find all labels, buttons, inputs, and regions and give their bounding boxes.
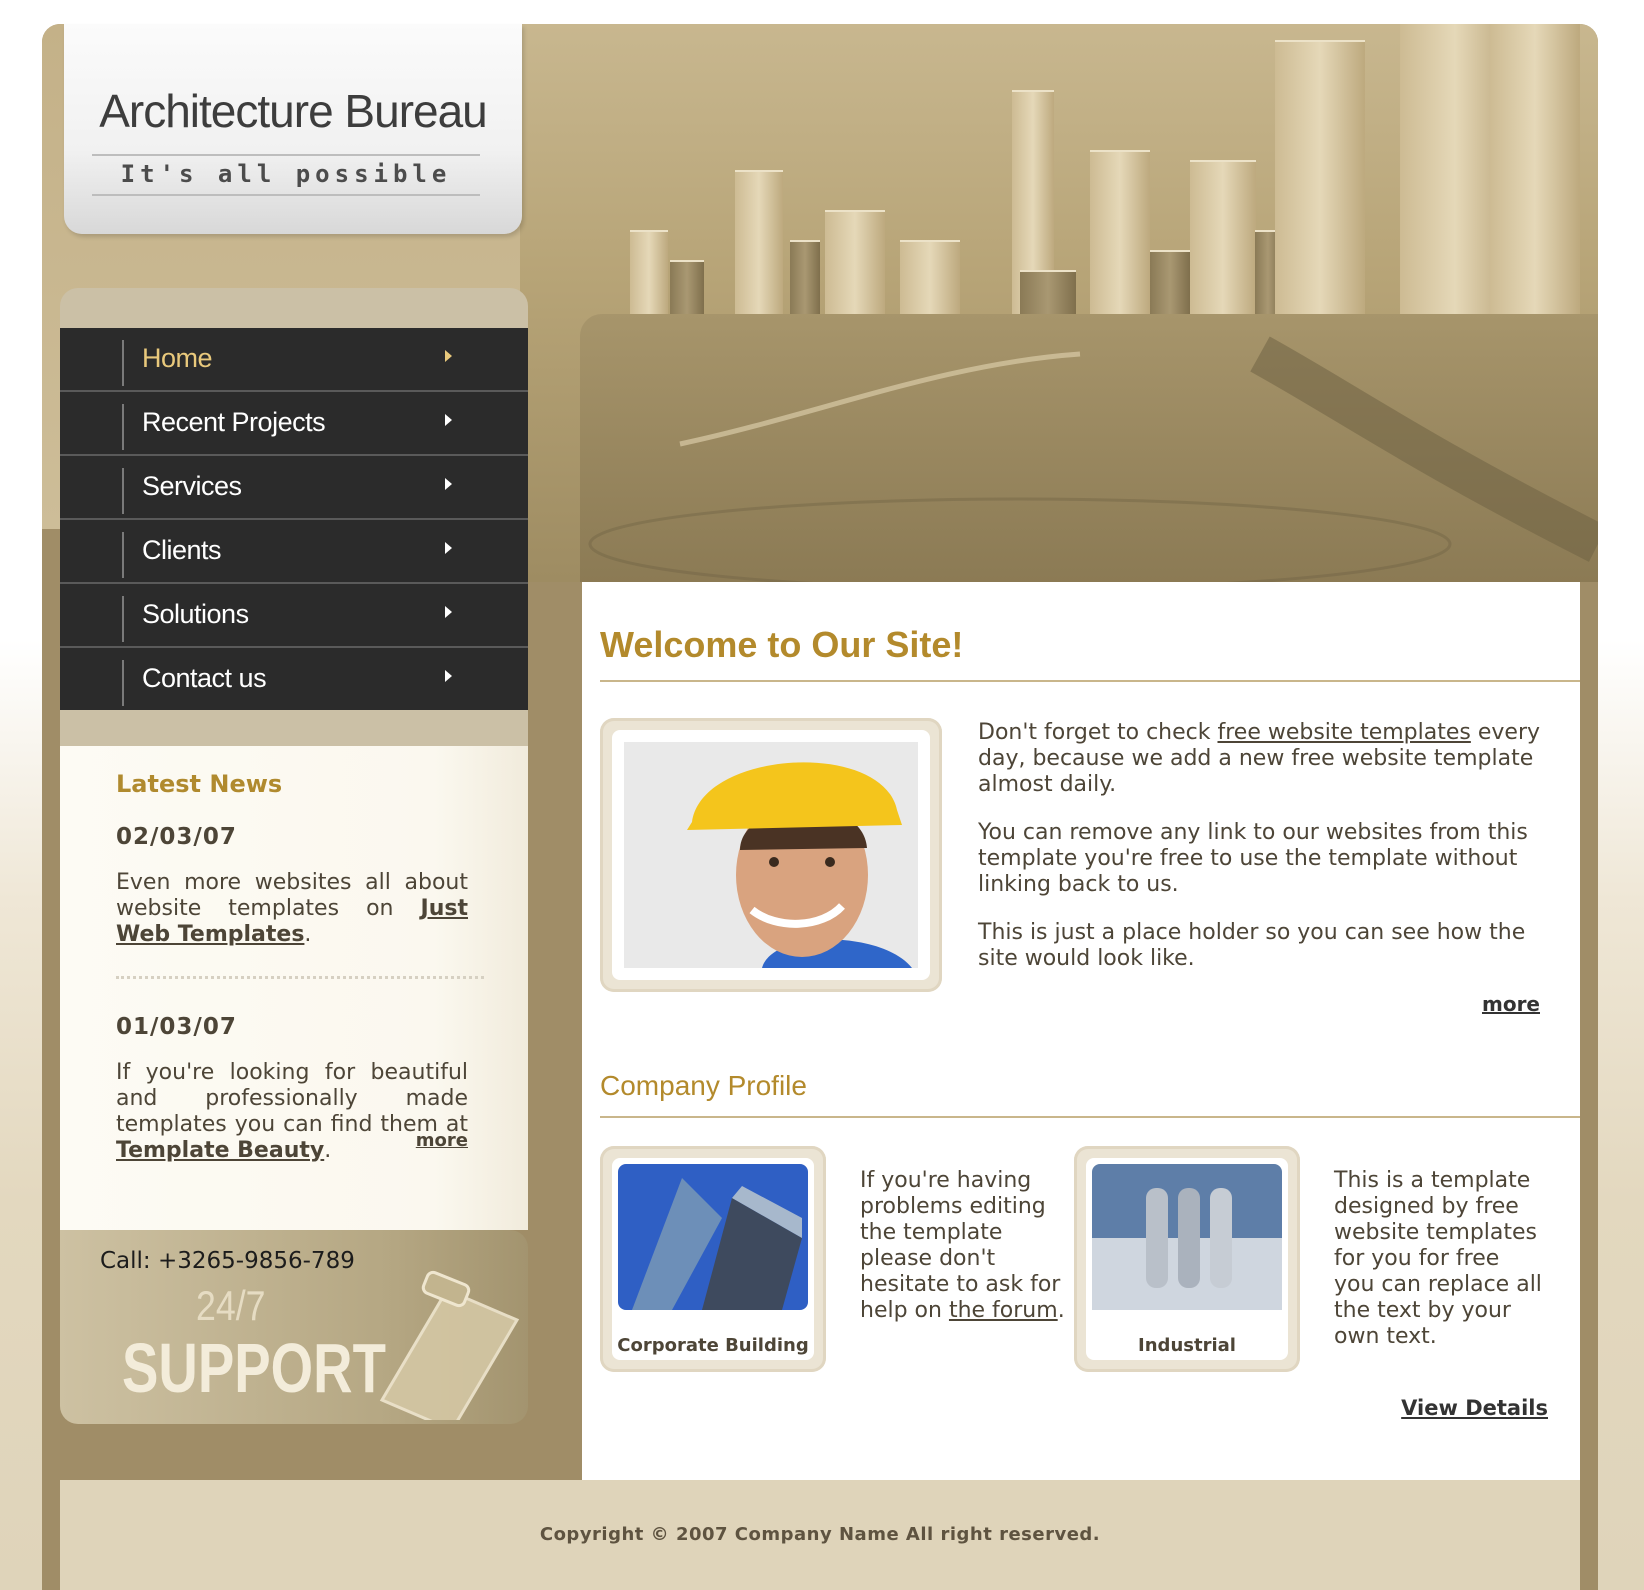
footer: Copyright © 2007 Company Name All right …: [60, 1480, 1580, 1590]
news-date: 02/03/07: [116, 824, 237, 850]
news-text-end: .: [304, 922, 312, 947]
profile-text-template: This is a template designed by free webs…: [1334, 1168, 1542, 1349]
site-title: Architecture Bureau: [99, 85, 488, 137]
nav-bottom-cap: [60, 710, 528, 746]
arrow-right-icon: [445, 670, 452, 682]
nav-separator: [122, 532, 124, 578]
arrow-right-icon: [445, 414, 452, 426]
logo-divider: [92, 154, 480, 156]
welcome-text-body: Don't forget to check: [978, 720, 1218, 745]
nav-item-clients[interactable]: Clients: [60, 520, 528, 584]
nav-item-contact-us[interactable]: Contact us: [60, 648, 528, 710]
corporate-building-card[interactable]: Corporate Building: [600, 1146, 826, 1372]
news-divider: [116, 976, 484, 979]
template-beauty-link[interactable]: Template Beauty: [116, 1138, 324, 1163]
arrow-right-icon: [445, 606, 452, 618]
latest-news-heading: Latest News: [116, 770, 283, 798]
nav-item-label: Solutions: [142, 599, 249, 629]
news-text-body: Even more websites all about website tem…: [116, 870, 468, 921]
arrow-right-icon: [445, 542, 452, 554]
card-caption: Industrial: [1138, 1335, 1236, 1356]
nav-separator: [122, 340, 124, 386]
welcome-paragraph: This is just a place holder so you can s…: [978, 920, 1526, 971]
engineer-photo-frame: [600, 718, 942, 992]
nav-separator: [122, 596, 124, 642]
support-banner[interactable]: Call: +3265-9856-789 24/7 SUPPORT: [60, 1230, 528, 1424]
nav-item-label: Contact us: [142, 663, 267, 693]
news-text: Even more websites all about website tem…: [116, 870, 468, 948]
heading-rule: [600, 1116, 1580, 1118]
nav-item-home[interactable]: Home: [60, 328, 528, 392]
nav-item-label: Home: [142, 343, 213, 373]
nav-top-cap: [60, 288, 528, 328]
nav-item-label: Recent Projects: [142, 407, 326, 437]
support-phone: Call: +3265-9856-789: [100, 1248, 355, 1274]
view-details-link[interactable]: View Details: [1401, 1396, 1548, 1420]
card-inner: [612, 1158, 814, 1360]
copyright-text: Copyright © 2007 Company Name All right …: [539, 1524, 1101, 1545]
latest-news-panel: Latest News 02/03/07 Even more websites …: [60, 746, 528, 1230]
nav-item-label: Services: [142, 471, 242, 501]
nav-item-solutions[interactable]: Solutions: [60, 584, 528, 648]
industrial-card[interactable]: Industrial: [1074, 1146, 1300, 1372]
main-navigation: Home Recent Projects Services Clients So…: [60, 328, 528, 710]
engineer-photo: [612, 730, 930, 980]
nav-item-label: Clients: [142, 535, 222, 565]
news-text-end: .: [324, 1138, 332, 1163]
industrial-image: [1092, 1164, 1282, 1310]
river-shape: [588, 336, 1598, 582]
hero-skyline-image: [520, 24, 1598, 582]
company-profile-heading: Company Profile: [600, 1070, 807, 1101]
nav-item-recent-projects[interactable]: Recent Projects: [60, 392, 528, 456]
clipboard-icon: [379, 1270, 520, 1420]
site-logo[interactable]: Architecture Bureau It's all possible: [64, 24, 522, 234]
site-slogan: It's all possible: [120, 160, 452, 188]
nav-separator: [122, 468, 124, 514]
profile-text-end: .: [1057, 1298, 1065, 1323]
news-text-body: If you're looking for beautiful and prof…: [116, 1060, 468, 1137]
welcome-more-link[interactable]: more: [1482, 992, 1540, 1016]
card-caption: Corporate Building: [617, 1335, 809, 1356]
welcome-paragraph: You can remove any link to our websites …: [978, 820, 1528, 897]
main-content: Welcome to Our Site! Don't forget to che…: [582, 582, 1580, 1480]
nav-item-services[interactable]: Services: [60, 456, 528, 520]
profile-text-help: If you're having problems editing the te…: [860, 1168, 1070, 1324]
support-hours: 24/7: [196, 1282, 266, 1329]
welcome-text: Don't forget to check free website templ…: [978, 720, 1548, 994]
news-date: 01/03/07: [116, 1014, 237, 1040]
nav-separator: [122, 404, 124, 450]
nav-separator: [122, 660, 124, 706]
arrow-right-icon: [445, 350, 452, 362]
forum-link[interactable]: the forum: [949, 1298, 1058, 1323]
engineer-portrait-image: [624, 742, 918, 968]
welcome-heading: Welcome to Our Site!: [600, 624, 964, 665]
welcome-paragraph: Don't forget to check free website templ…: [978, 720, 1548, 798]
card-inner: [1086, 1158, 1288, 1360]
arrow-right-icon: [445, 478, 452, 490]
free-website-templates-link[interactable]: free website templates: [1217, 720, 1470, 745]
corporate-building-image: [618, 1164, 808, 1310]
news-more-link[interactable]: more: [416, 1130, 468, 1151]
heading-rule: [600, 680, 1580, 682]
logo-divider: [92, 194, 480, 196]
